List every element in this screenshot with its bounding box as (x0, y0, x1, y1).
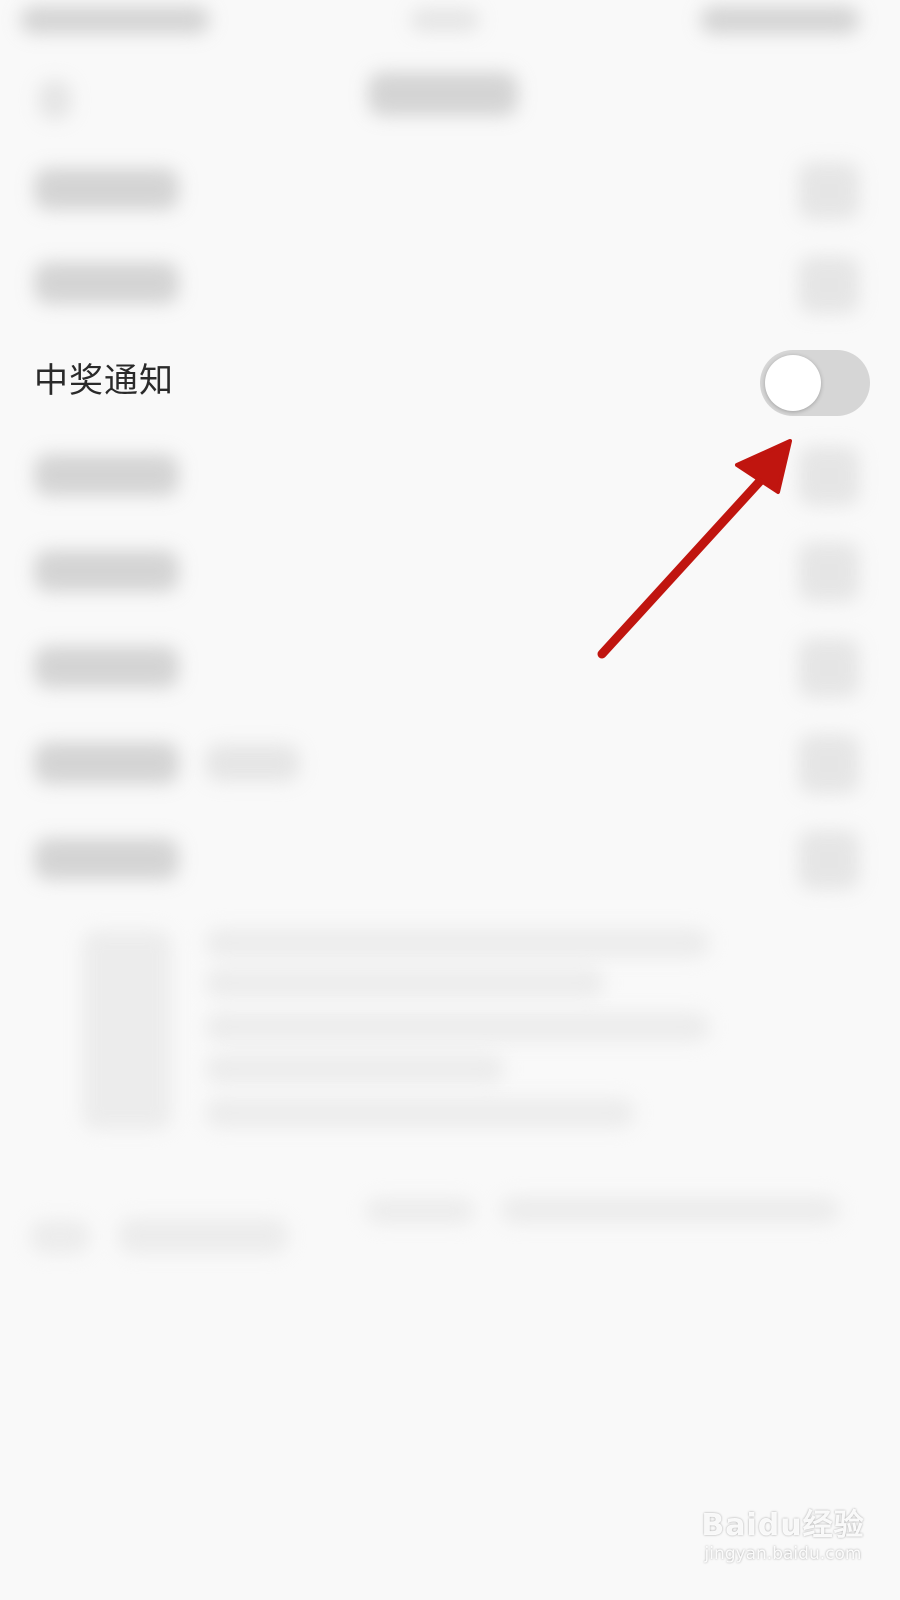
row-sublabel-blurred (205, 744, 300, 782)
row-label-blurred (34, 646, 179, 688)
row-label-blurred (34, 550, 179, 592)
description-line-blurred (205, 1012, 710, 1042)
row-control-blurred (798, 638, 860, 698)
watermark-url: jingyan.baidu.com (704, 1544, 862, 1564)
settings-row-blurred-3[interactable] (0, 432, 900, 528)
row-control-blurred (798, 162, 860, 220)
description-line-blurred (205, 1054, 505, 1084)
footer-text-blurred (500, 1196, 840, 1224)
status-time-blurred (20, 6, 210, 34)
row-label-blurred (34, 454, 179, 496)
settings-row-blurred-4[interactable] (0, 528, 900, 624)
settings-row-blurred-5[interactable] (0, 624, 900, 720)
row-label: 中奖通知 (34, 361, 174, 401)
settings-row-blurred-2[interactable] (0, 240, 900, 336)
row-control-blurred (798, 446, 860, 506)
description-line-blurred (205, 1098, 635, 1128)
row-label-blurred (34, 838, 179, 880)
row-label-blurred (34, 742, 179, 784)
page-title-blurred (368, 72, 518, 116)
settings-row-blurred-1[interactable] (0, 144, 900, 240)
back-icon[interactable] (38, 80, 72, 120)
description-line-blurred (205, 928, 710, 958)
settings-row-blurred-6[interactable] (0, 720, 900, 816)
row-control-blurred (798, 542, 860, 602)
description-line-blurred (205, 968, 605, 998)
description-bullets-blurred (82, 930, 172, 1130)
watermark-brand: Baidu经验 (701, 1508, 865, 1543)
status-icons-blurred (700, 6, 860, 34)
footer-text-blurred (30, 1220, 90, 1254)
settings-screen: 中奖通知 Baidu经验 jingyan.baidu.com (0, 0, 900, 1600)
row-label-blurred (34, 168, 179, 210)
row-label-blurred (34, 262, 179, 304)
win-notification-toggle[interactable] (760, 350, 870, 416)
status-bar (0, 0, 900, 44)
toggle-knob (765, 355, 821, 411)
status-center-blurred (410, 8, 480, 32)
row-control-blurred (798, 256, 860, 314)
row-control-blurred (798, 734, 860, 794)
footer-text-blurred (118, 1218, 288, 1254)
settings-row-blurred-7[interactable] (0, 816, 900, 912)
settings-row-win-notification[interactable]: 中奖通知 (0, 336, 900, 432)
footer-text-blurred (365, 1198, 475, 1224)
nav-bar (0, 44, 900, 144)
baidu-watermark: Baidu经验 jingyan.baidu.com (688, 1500, 878, 1590)
row-control-blurred (798, 830, 860, 890)
